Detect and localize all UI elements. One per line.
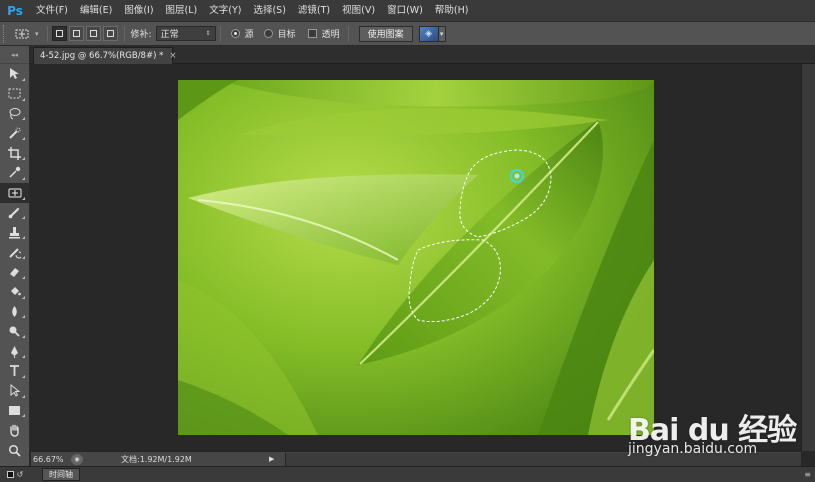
menu-help[interactable]: 帮助(H): [429, 0, 475, 22]
dodge-icon[interactable]: [0, 321, 29, 341]
baidu-watermark: Bai du 经验 jingyan.baidu.com: [628, 395, 815, 473]
options-bar: ▾ 修补: 正常 ⇕ 源 目标 透明 使用图案 ◈ ▾: [0, 22, 815, 46]
preset-dropdown-arrow-icon[interactable]: ▾: [35, 30, 39, 38]
options-separator: [347, 25, 349, 42]
document-tab-title: 4-52.jpg @ 66.7%(RGB/8#) *: [40, 51, 164, 61]
status-info-icon[interactable]: ◉: [71, 453, 83, 465]
photoshop-logo: Ps: [7, 3, 23, 18]
dropdown-arrows-icon: ⇕: [205, 30, 211, 37]
menu-type[interactable]: 文字(Y): [203, 0, 247, 22]
eyedropper-icon[interactable]: [0, 163, 29, 183]
path-select-icon[interactable]: [0, 381, 29, 401]
menu-bar: Ps 文件(F) 编辑(E) 图像(I) 图层(L) 文字(Y) 选择(S) 滤…: [0, 0, 815, 22]
zoom-level[interactable]: 66.67%: [31, 455, 71, 464]
transparent-label: 透明: [321, 30, 340, 40]
pattern-picker-icon[interactable]: ◈: [418, 25, 439, 42]
menu-select[interactable]: 选择(S): [247, 0, 291, 22]
patch-icon[interactable]: [0, 182, 29, 203]
close-tab-icon[interactable]: ×: [169, 51, 176, 61]
move-icon[interactable]: [0, 64, 29, 84]
history-brush-icon[interactable]: [0, 242, 29, 262]
patch-mode-dropdown[interactable]: 正常 ⇕: [155, 26, 216, 41]
toolbox: ◂◂: [0, 46, 30, 472]
menu-image[interactable]: 图像(I): [118, 0, 159, 22]
marquee-icon[interactable]: [0, 84, 29, 104]
target-label: 目标: [277, 30, 296, 40]
document-tab-bar: 4-52.jpg @ 66.7%(RGB/8#) * ×: [31, 46, 815, 64]
type-icon[interactable]: [0, 361, 29, 381]
options-separator: [219, 25, 221, 42]
brush-icon[interactable]: [0, 203, 29, 223]
menu-window[interactable]: 窗口(W): [381, 0, 429, 22]
use-pattern-button[interactable]: 使用图案: [358, 25, 413, 42]
options-separator: [46, 25, 48, 42]
status-menu-arrow-icon[interactable]: ▶: [269, 455, 279, 463]
add-selection-button[interactable]: [68, 26, 84, 41]
source-radio[interactable]: [230, 29, 240, 38]
menu-filter[interactable]: 滤镜(T): [292, 0, 336, 22]
pattern-dropdown-arrow-icon[interactable]: ▾: [438, 25, 446, 42]
menu-file[interactable]: 文件(F): [30, 0, 74, 22]
document-canvas-image[interactable]: [178, 80, 654, 435]
options-separator: [123, 25, 125, 42]
hand-icon[interactable]: [0, 420, 29, 440]
menu-edit[interactable]: 编辑(E): [74, 0, 118, 22]
quick-select-icon[interactable]: [0, 123, 29, 143]
new-selection-button[interactable]: [51, 26, 67, 41]
intersect-selection-button[interactable]: [102, 26, 118, 41]
rectangle-icon[interactable]: [0, 401, 29, 421]
pen-icon[interactable]: [0, 341, 29, 361]
lasso-icon[interactable]: [0, 104, 29, 124]
zoom-icon[interactable]: [0, 440, 29, 460]
toolbox-collapse-icon[interactable]: ◂◂: [0, 46, 29, 64]
crop-icon[interactable]: [0, 143, 29, 163]
menu-view[interactable]: 视图(V): [336, 0, 381, 22]
blur-icon[interactable]: [0, 302, 29, 322]
vertical-scrollbar[interactable]: [801, 64, 815, 451]
swap-colors-icon[interactable]: ↺: [0, 466, 30, 482]
clone-stamp-icon[interactable]: [0, 222, 29, 242]
document-tab[interactable]: 4-52.jpg @ 66.7%(RGB/8#) * ×: [33, 47, 176, 64]
eraser-icon[interactable]: [0, 262, 29, 282]
patch-label: 修补:: [130, 30, 152, 40]
leaf-photo: [178, 80, 654, 435]
patch-tool-preset-icon[interactable]: [9, 24, 35, 44]
source-label: 源: [244, 30, 254, 40]
subtract-selection-button[interactable]: [85, 26, 101, 41]
menu-layer[interactable]: 图层(L): [160, 0, 204, 22]
timeline-tab[interactable]: 时间轴: [42, 468, 80, 481]
transparent-checkbox[interactable]: [307, 29, 317, 38]
target-radio[interactable]: [263, 29, 273, 38]
paint-bucket-icon[interactable]: [0, 282, 29, 302]
document-size: 文档:1.92M/1.92M: [121, 454, 192, 464]
patch-mode-value: 正常: [160, 30, 179, 40]
watermark-url: jingyan.baidu.com: [628, 441, 758, 457]
